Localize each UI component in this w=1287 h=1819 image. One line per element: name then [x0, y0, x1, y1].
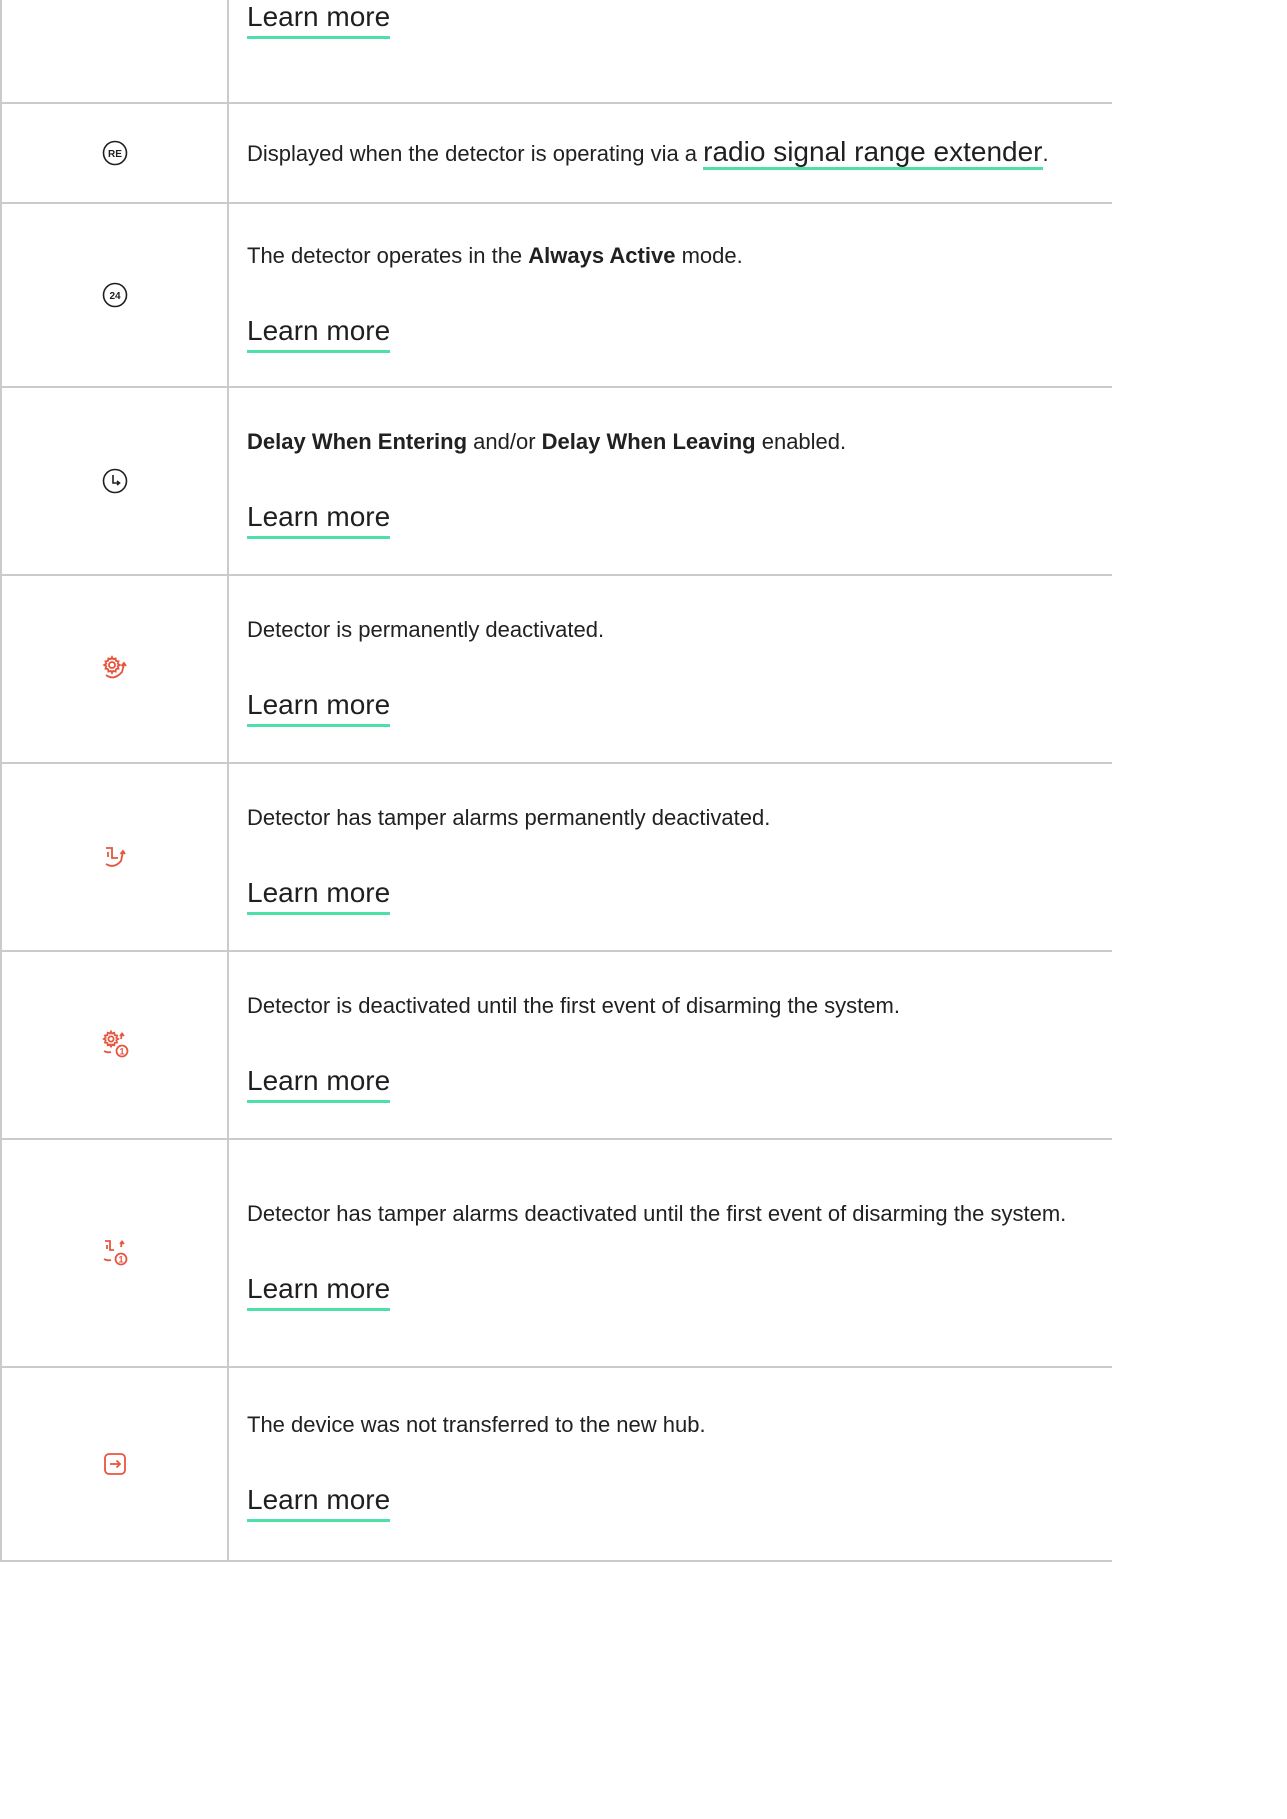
svg-text:24: 24 — [109, 291, 121, 302]
gear-deactivated-icon — [101, 655, 127, 679]
bold-term: Delay When Leaving — [541, 428, 756, 454]
description-cell: Detector is permanently deactivated. Lea… — [227, 574, 1112, 764]
row-description: Detector is permanently deactivated. — [247, 616, 605, 642]
learn-more-link[interactable]: Learn more — [247, 688, 391, 727]
icon-cell — [0, 574, 229, 764]
table-row: Detector has tamper alarms permanently d… — [0, 762, 1112, 952]
icon-cell — [0, 762, 229, 952]
table-row: Learn more — [0, 0, 1112, 104]
gear-deactivated-once-icon: 1 — [101, 1029, 128, 1058]
description-text: enabled. — [755, 428, 847, 454]
row-description: Displayed when the detector is operating… — [247, 130, 1072, 176]
row-description: Delay When Entering and/or Delay When Le… — [247, 424, 1072, 460]
table-row: Delay When Entering and/or Delay When Le… — [0, 386, 1112, 576]
description-text: Displayed when the detector is operating… — [247, 141, 704, 166]
row-description: Detector is deactivated until the first … — [247, 992, 900, 1018]
table-row: The device was not transferred to the ne… — [0, 1366, 1112, 1562]
svg-text:1: 1 — [119, 1047, 124, 1057]
table-row: 24 The detector operates in the Always A… — [0, 202, 1112, 388]
description-cell: The device was not transferred to the ne… — [227, 1366, 1112, 1562]
icon-cell — [0, 386, 229, 576]
learn-more-link[interactable]: Learn more — [247, 1272, 391, 1311]
description-text: The detector operates in the — [247, 242, 529, 268]
description-text: . — [1042, 141, 1049, 166]
description-cell: Learn more — [227, 0, 1112, 104]
svg-text:RE: RE — [108, 149, 122, 160]
row-description: Detector has tamper alarms deactivated u… — [247, 1200, 1067, 1226]
description-cell: Delay When Entering and/or Delay When Le… — [227, 386, 1112, 576]
description-text: mode. — [675, 242, 743, 268]
transfer-icon — [103, 1453, 126, 1475]
table-row: 1 Detector is deactivated until the firs… — [0, 950, 1112, 1140]
always-active-24-icon: 24 — [102, 282, 127, 308]
table-row: Detector is permanently deactivated. Lea… — [0, 574, 1112, 764]
table-row: RE Displayed when the detector is operat… — [0, 102, 1112, 204]
description-cell: Detector has tamper alarms permanently d… — [227, 762, 1112, 952]
tamper-deactivated-icon — [105, 847, 126, 867]
learn-more-link[interactable]: Learn more — [247, 1064, 391, 1103]
icon-cell: RE — [0, 102, 229, 204]
row-description: The detector operates in the Always Acti… — [247, 238, 1072, 274]
bold-term: Delay When Entering — [247, 428, 468, 454]
learn-more-link[interactable]: Learn more — [247, 1483, 391, 1522]
re-icon: RE — [102, 140, 127, 166]
table-row: 1 Detector has tamper alarms deactivated… — [0, 1138, 1112, 1368]
description-cell: Displayed when the detector is operating… — [227, 102, 1112, 204]
clock-arrow-icon — [102, 468, 127, 494]
description-cell: The detector operates in the Always Acti… — [227, 202, 1112, 388]
description-text: and/or — [467, 428, 542, 454]
learn-more-link[interactable]: Learn more — [247, 500, 391, 539]
svg-text:1: 1 — [118, 1255, 123, 1265]
row-description: Detector has tamper alarms permanently d… — [247, 804, 771, 830]
icon-cell — [0, 0, 229, 104]
radio-signal-range-extender-link[interactable]: radio signal range extender — [703, 136, 1043, 170]
device-icons-table: Learn more RE Displayed when the detecto… — [0, 0, 1112, 1562]
icon-cell: 1 — [0, 950, 229, 1140]
tamper-deactivated-once-icon: 1 — [103, 1240, 127, 1266]
bold-term: Always Active — [528, 242, 676, 268]
icon-cell: 1 — [0, 1138, 229, 1368]
icon-cell: 24 — [0, 202, 229, 388]
description-cell: Detector is deactivated until the first … — [227, 950, 1112, 1140]
row-description: The device was not transferred to the ne… — [247, 1411, 706, 1437]
learn-more-link[interactable]: Learn more — [247, 314, 391, 353]
learn-more-link[interactable]: Learn more — [247, 0, 391, 39]
description-cell: Detector has tamper alarms deactivated u… — [227, 1138, 1112, 1368]
icon-cell — [0, 1366, 229, 1562]
learn-more-link[interactable]: Learn more — [247, 876, 391, 915]
